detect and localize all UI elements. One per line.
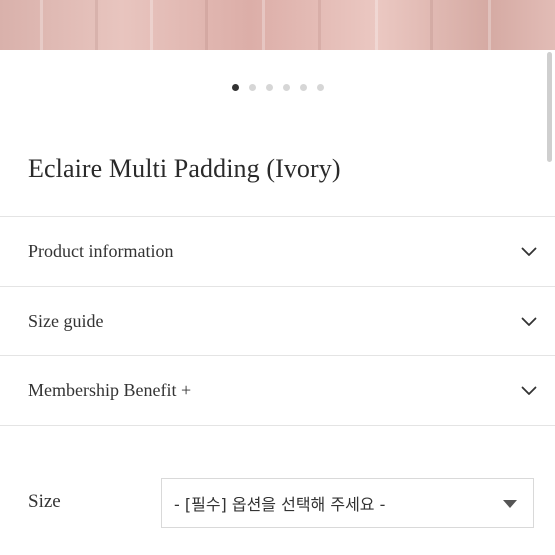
chevron-down-icon: [521, 247, 537, 256]
accordion-size-guide[interactable]: Size guide: [0, 286, 555, 356]
caret-down-icon: [503, 500, 517, 508]
accordion-label: Product information: [28, 241, 174, 261]
carousel-dot-3[interactable]: [265, 84, 273, 91]
carousel-dot-1[interactable]: [231, 84, 239, 91]
accordion-divider: [0, 425, 555, 426]
carousel-pagination: [0, 84, 555, 91]
carousel-dot-4[interactable]: [282, 84, 290, 91]
carousel-dot-2[interactable]: [248, 84, 256, 91]
size-option-label: Size: [28, 491, 61, 512]
size-select-value: - [필수] 옵션을 선택해 주세요 -: [174, 495, 386, 514]
accordion-membership-benefit[interactable]: Membership Benefit +: [0, 355, 555, 425]
carousel-dot-5[interactable]: [299, 84, 307, 91]
accordion-label: Membership Benefit +: [28, 380, 192, 400]
product-title: Eclaire Multi Padding (Ivory): [28, 154, 341, 183]
scrollbar[interactable]: [547, 52, 552, 162]
product-image-carousel[interactable]: [0, 0, 555, 50]
chevron-down-icon: [521, 386, 537, 395]
accordion-label: Size guide: [28, 311, 104, 331]
accordion-product-information[interactable]: Product information: [0, 216, 555, 286]
carousel-dot-6[interactable]: [316, 84, 324, 91]
size-select[interactable]: - [필수] 옵션을 선택해 주세요 -: [161, 478, 534, 528]
chevron-down-icon: [521, 317, 537, 326]
